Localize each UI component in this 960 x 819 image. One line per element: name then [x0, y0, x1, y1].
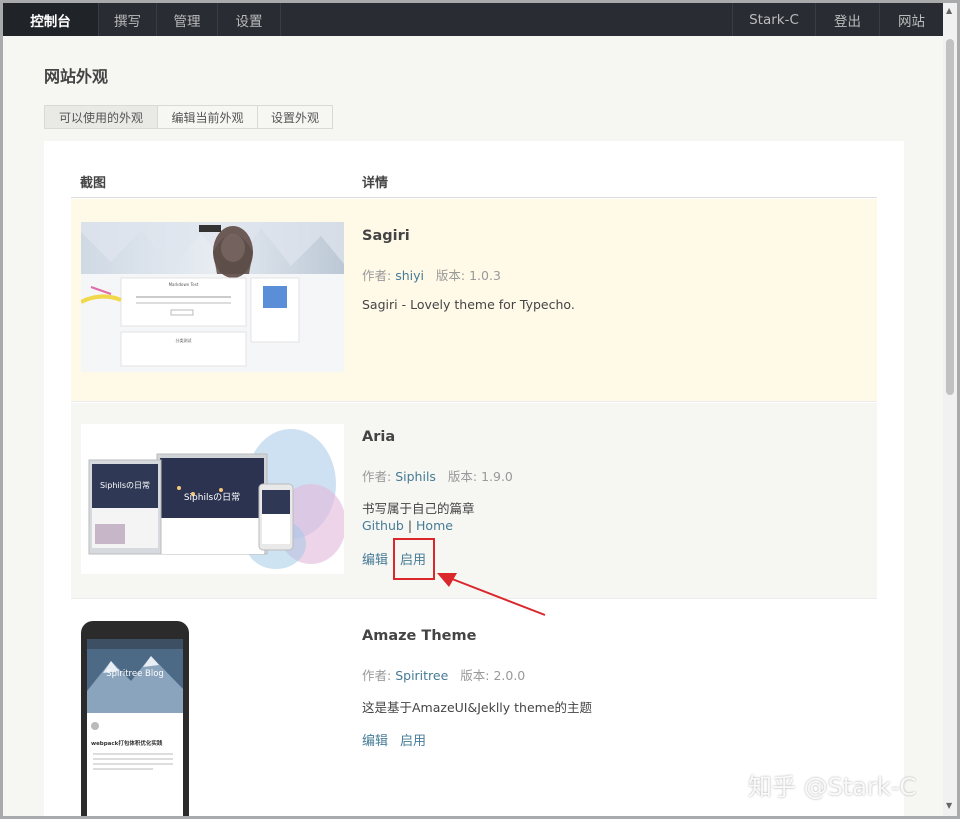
tab-available-themes[interactable]: 可以使用的外观 [44, 105, 157, 129]
link-separator: | [407, 518, 413, 533]
theme-meta-aria: 作者: Siphils 版本: 1.9.0 [362, 466, 513, 485]
author-label: 作者: [362, 469, 392, 484]
author-label: 作者: [362, 268, 392, 283]
amaze-shot-blog-title: Spiritree Blog [106, 669, 164, 679]
edit-button-amaze[interactable]: 编辑 [362, 730, 388, 749]
edit-button-aria[interactable]: 编辑 [362, 549, 388, 568]
theme-meta-amaze: 作者: Spiritree 版本: 2.0.0 [362, 665, 525, 684]
activate-button-amaze[interactable]: 启用 [400, 730, 426, 749]
theme-links-aria: Github | Home [362, 518, 453, 533]
version-value: 1.0.3 [469, 268, 501, 283]
scroll-thumb[interactable] [946, 39, 954, 395]
author-link-spiritree[interactable]: Spiritree [395, 668, 448, 683]
version-label: 版本: [447, 469, 478, 484]
theme-actions-amaze: 编辑 启用 [362, 730, 426, 749]
nav-left: 控制台 撰写 管理 设置 [3, 3, 281, 36]
top-navigation: 控制台 撰写 管理 设置 Stark-C 登出 网站 [3, 3, 943, 36]
column-header-details: 详情 [362, 176, 389, 191]
home-link[interactable]: Home [416, 518, 453, 533]
admin-window: 控制台 撰写 管理 设置 Stark-C 登出 网站 网站外观 可以使用的外观 … [3, 3, 943, 816]
theme-screenshot-sagiri: Markdown Test 分类测试 [81, 222, 344, 372]
theme-row-sagiri: Markdown Test 分类测试 Sagiri 作者: shiyi 版本: … [71, 199, 877, 402]
tab-theme-settings[interactable]: 设置外观 [257, 105, 333, 129]
scroll-down-arrow-icon[interactable]: ▼ [946, 802, 954, 810]
nav-settings[interactable]: 设置 [218, 3, 281, 36]
theme-name-aria: Aria [362, 429, 396, 445]
author-label: 作者: [362, 668, 392, 683]
page-title: 网站外观 [44, 67, 109, 86]
amaze-shot-post-title: webpack打包体积优化实践 [91, 741, 163, 747]
nav-write[interactable]: 撰写 [99, 3, 157, 36]
nav-right: Stark-C 登出 网站 [732, 3, 943, 36]
scroll-up-arrow-icon[interactable]: ▲ [946, 7, 954, 15]
nav-site[interactable]: 网站 [879, 3, 943, 36]
vertical-scrollbar[interactable]: ▲ ▼ [943, 3, 957, 816]
annotation-arrow [437, 573, 546, 616]
theme-description-aria: 书写属于自己的篇章 [362, 501, 475, 516]
column-header-screenshot: 截图 [80, 176, 107, 191]
version-label: 版本: [435, 268, 466, 283]
aria-shot-title-small: Siphilsの日常 [99, 481, 151, 490]
annotation-highlight-box [393, 538, 435, 580]
watermark: 知乎 @Stark-C [748, 773, 917, 801]
version-value: 2.0.0 [493, 668, 526, 683]
author-link-siphils[interactable]: Siphils [395, 469, 436, 484]
theme-name-amaze: Amaze Theme [362, 628, 477, 644]
tab-edit-current-theme[interactable]: 编辑当前外观 [157, 105, 257, 129]
nav-dashboard[interactable]: 控制台 [3, 3, 99, 36]
aria-shot-title-large: Siphilsの日常 [183, 493, 241, 503]
sagiri-shot-title: Markdown Test [168, 282, 199, 287]
version-value: 1.9.0 [481, 469, 513, 484]
theme-description-sagiri: Sagiri - Lovely theme for Typecho. [362, 297, 575, 312]
nav-user[interactable]: Stark-C [732, 3, 815, 36]
version-label: 版本: [460, 668, 490, 683]
theme-description-amaze: 这是基于AmazeUI&Jeklly theme的主题 [362, 700, 593, 715]
themes-table: 截图 详情 Markdown Test 分类测试 Sagiri 作者: shiy… [44, 141, 904, 816]
theme-meta-sagiri: 作者: shiyi 版本: 1.0.3 [362, 265, 501, 284]
nav-logout[interactable]: 登出 [815, 3, 879, 36]
theme-name-sagiri: Sagiri [362, 228, 410, 244]
author-link-shiyi[interactable]: shiyi [395, 268, 424, 283]
theme-screenshot-aria: Siphilsの日常 Siphilsの日常 [81, 424, 344, 574]
github-link[interactable]: Github [362, 518, 404, 533]
header-divider [71, 197, 877, 198]
nav-manage[interactable]: 管理 [157, 3, 218, 36]
appearance-tabs: 可以使用的外观 编辑当前外观 设置外观 [44, 105, 333, 129]
theme-screenshot-amaze: Spiritree Blog webpack打包体积优化实践 [81, 621, 191, 816]
sagiri-shot-category: 分类测试 [175, 338, 192, 343]
